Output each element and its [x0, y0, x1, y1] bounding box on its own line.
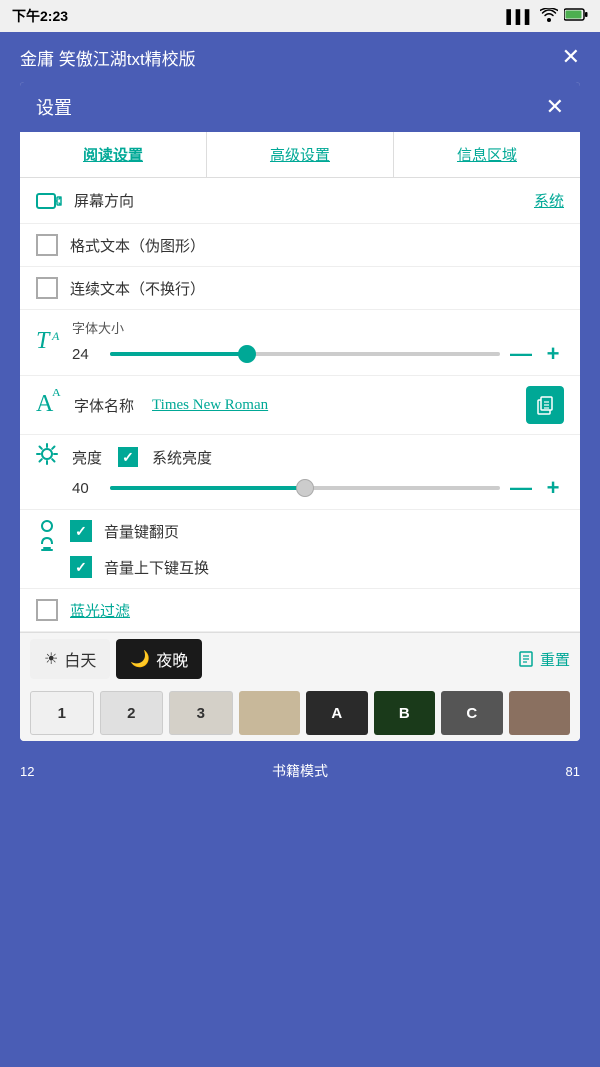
status-bar: 下午2:23 ▌▌▌	[0, 0, 600, 32]
volume-flip-checkbox[interactable]	[70, 520, 92, 542]
volume-checkboxes: 音量键翻页 音量上下键互换	[70, 516, 209, 582]
volume-swap-row: 音量上下键互换	[70, 552, 209, 582]
font-size-slider[interactable]	[110, 352, 500, 356]
bottom-label: 书籍模式	[272, 761, 328, 781]
volume-swap-checkbox[interactable]	[70, 556, 92, 578]
title-bar: 金庸 笑傲江湖txt精校版 ✕	[0, 32, 600, 82]
swatch-1[interactable]: 1	[30, 691, 94, 735]
font-size-controls: 24 — +	[72, 341, 564, 367]
swatches-row: 1 2 3 A B C	[20, 685, 580, 741]
tab-reading[interactable]: 阅读设置	[20, 132, 207, 177]
swatch-8[interactable]	[509, 691, 571, 735]
bottom-right-num: 81	[566, 764, 580, 779]
swatch-3[interactable]: 3	[169, 691, 233, 735]
title-close-button[interactable]: ✕	[562, 44, 580, 70]
svg-text:A: A	[51, 329, 60, 343]
font-size-value: 24	[72, 346, 100, 363]
swatch-2[interactable]: 2	[100, 691, 164, 735]
screen-orientation-label: 屏幕方向	[74, 190, 524, 211]
font-size-icon: T A	[36, 326, 64, 360]
night-label: 夜晚	[156, 647, 188, 671]
volume-icon	[36, 516, 58, 582]
font-copy-button[interactable]	[526, 386, 564, 424]
font-size-content: 字体大小 24 — +	[72, 318, 564, 367]
font-size-section: T A 字体大小 24 — +	[20, 310, 580, 376]
screen-orientation-row: 屏幕方向 系统	[20, 178, 580, 224]
continuous-text-row: 连续文本（不换行）	[20, 267, 580, 310]
swatch-7[interactable]: C	[441, 691, 503, 735]
font-size-plus[interactable]: +	[542, 341, 564, 367]
night-icon: 🌙	[130, 649, 150, 669]
time: 下午2:23	[12, 6, 68, 26]
screen-orientation-value[interactable]: 系统	[534, 190, 564, 211]
brightness-thumb[interactable]	[296, 479, 314, 497]
settings-tabs: 阅读设置 高级设置 信息区域	[20, 132, 580, 178]
brightness-minus[interactable]: —	[510, 475, 532, 501]
volume-swap-label: 音量上下键互换	[104, 557, 209, 578]
svg-text:T: T	[36, 328, 51, 354]
signal-icon: ▌▌▌	[506, 9, 534, 24]
font-name-icon: A A	[36, 389, 64, 421]
brightness-top: 亮度 系统亮度	[36, 443, 564, 471]
swatch-6[interactable]: B	[374, 691, 436, 735]
wifi-icon	[540, 8, 558, 25]
bottom-bar: 12 书籍模式 81	[0, 751, 600, 791]
theme-reset-button[interactable]: 重置	[518, 649, 570, 670]
swatch-4[interactable]	[239, 691, 301, 735]
brightness-controls: 40 — +	[72, 475, 564, 501]
font-name-section: A A 字体名称 Times New Roman	[20, 376, 580, 435]
volume-section: 音量键翻页 音量上下键互换	[20, 510, 580, 589]
format-text-checkbox[interactable]	[36, 234, 58, 256]
status-icons: ▌▌▌	[506, 8, 588, 25]
blue-filter-checkbox[interactable]	[36, 599, 58, 621]
settings-header: 设置 ✕	[20, 82, 580, 132]
brightness-system-label: 系统亮度	[152, 447, 212, 468]
tab-advanced[interactable]: 高级设置	[207, 132, 394, 177]
brightness-track	[110, 486, 305, 490]
reset-icon	[518, 650, 536, 668]
brightness-system-checkbox[interactable]	[118, 447, 138, 467]
day-label: 白天	[64, 647, 96, 671]
theme-day-button[interactable]: ☀ 白天	[30, 639, 110, 679]
font-size-minus[interactable]: —	[510, 341, 532, 367]
font-name-value[interactable]: Times New Roman	[152, 397, 516, 414]
font-size-thumb[interactable]	[238, 345, 256, 363]
settings-panel: 设置 ✕ 阅读设置 高级设置 信息区域 屏幕方向 系统 格式文本	[20, 82, 580, 741]
settings-close-button[interactable]: ✕	[546, 94, 564, 120]
brightness-section: 亮度 系统亮度 40 — +	[20, 435, 580, 510]
swatch-5[interactable]: A	[306, 691, 368, 735]
brightness-icon	[36, 443, 64, 471]
format-text-label: 格式文本（伪图形）	[70, 235, 205, 256]
app-title: 金庸 笑傲江湖txt精校版	[20, 45, 196, 70]
brightness-slider[interactable]	[110, 486, 500, 490]
blue-filter-row: 蓝光过滤	[20, 589, 580, 632]
volume-flip-label: 音量键翻页	[104, 521, 179, 542]
theme-bar: ☀ 白天 🌙 夜晚 重置	[20, 632, 580, 685]
blue-filter-label: 蓝光过滤	[70, 600, 130, 621]
continuous-text-label: 连续文本（不换行）	[70, 278, 205, 299]
continuous-text-checkbox[interactable]	[36, 277, 58, 299]
brightness-value: 40	[72, 480, 100, 497]
font-size-track	[110, 352, 247, 356]
svg-text:A: A	[52, 389, 61, 399]
bottom-left-num: 12	[20, 764, 34, 779]
volume-flip-row: 音量键翻页	[70, 516, 209, 546]
battery-icon	[564, 8, 588, 24]
theme-night-button[interactable]: 🌙 夜晚	[116, 639, 202, 679]
brightness-plus[interactable]: +	[542, 475, 564, 501]
tab-info[interactable]: 信息区域	[394, 132, 580, 177]
reset-label: 重置	[540, 649, 570, 670]
format-text-row: 格式文本（伪图形）	[20, 224, 580, 267]
screen-orientation-icon	[36, 191, 64, 211]
font-size-label: 字体大小	[72, 318, 564, 337]
brightness-label: 亮度	[72, 447, 102, 468]
day-icon: ☀	[44, 649, 58, 669]
font-name-label: 字体名称	[74, 395, 134, 416]
settings-title: 设置	[36, 94, 72, 120]
